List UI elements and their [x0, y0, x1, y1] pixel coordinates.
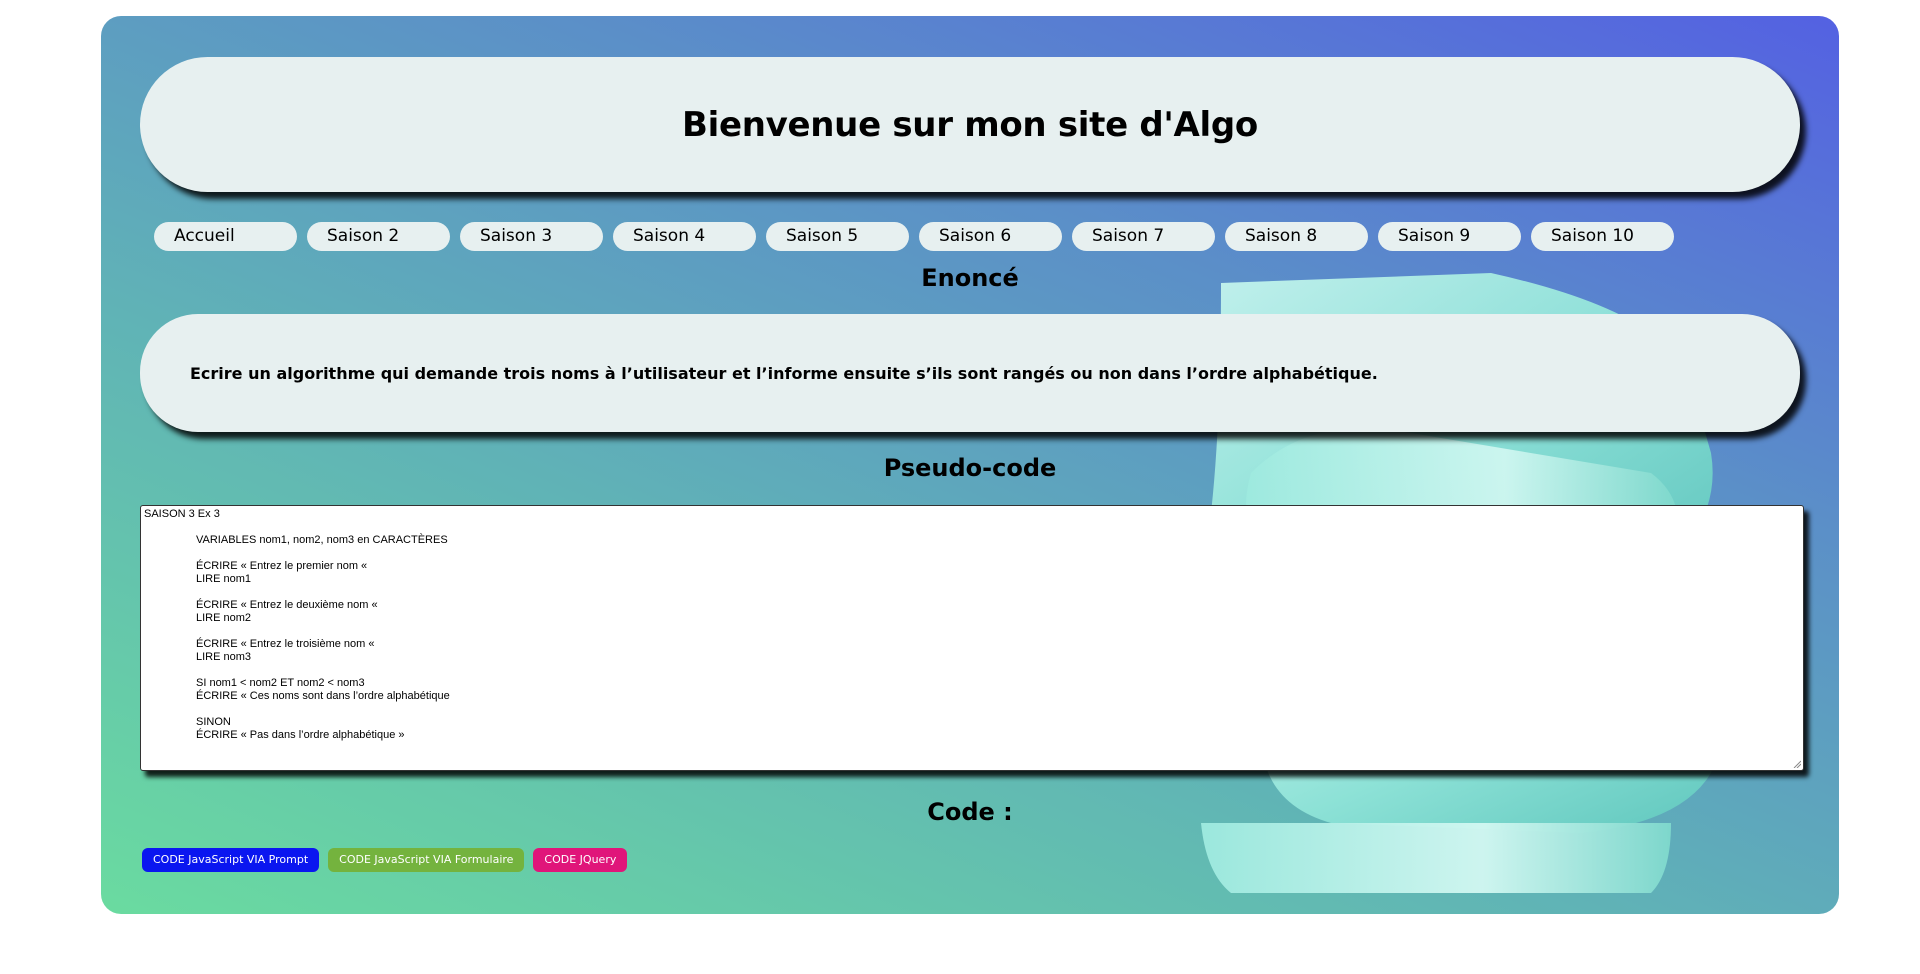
pseudocode-line — [144, 664, 1800, 677]
pseudocode-line: LIRE nom2 — [196, 612, 252, 624]
pseudocode-textarea[interactable]: SAISON 3 Ex 3 VARIABLES nom1, nom2, nom3… — [140, 505, 1804, 771]
pseudocode-line — [144, 586, 1800, 599]
nav-item-saison-6[interactable]: Saison 6 — [919, 222, 1062, 251]
pseudocode-line: LIRE nom1 — [196, 573, 252, 585]
enonce-panel: Ecrire un algorithme qui demande trois n… — [140, 314, 1800, 432]
pseudocode-line: ÉCRIRE « Entrez le troisième nom « — [196, 638, 375, 650]
nav-item-saison-10[interactable]: Saison 10 — [1531, 222, 1674, 251]
enonce-text: Ecrire un algorithme qui demande trois n… — [190, 363, 1378, 383]
pseudocode-line — [144, 703, 1800, 716]
nav-item-saison-5[interactable]: Saison 5 — [766, 222, 909, 251]
enonce-heading: Enoncé — [921, 264, 1019, 292]
pseudocode-line: SINON — [196, 716, 231, 728]
code-buttons-group: CODE JavaScript VIA Prompt CODE JavaScri… — [142, 848, 628, 872]
nav-item-saison-2[interactable]: Saison 2 — [307, 222, 450, 251]
pseudocode-line: ÉCRIRE « Ces noms sont dans l’ordre alph… — [196, 690, 450, 702]
pseudocode-line: ÉCRIRE « Pas dans l’ordre alphabétique » — [196, 729, 405, 741]
pseudocode-line: VARIABLES nom1, nom2, nom3 en CARACTÈRES — [196, 534, 448, 546]
pseudocode-line: ÉCRIRE « Entrez le deuxième nom « — [196, 599, 378, 611]
nav-item-saison-4[interactable]: Saison 4 — [613, 222, 756, 251]
page-container: Bienvenue sur mon site d'Algo Accueil Sa… — [101, 16, 1839, 914]
code-javascript-prompt-button[interactable]: CODE JavaScript VIA Prompt — [142, 848, 320, 872]
pseudocode-line: LIRE nom3 — [196, 651, 252, 663]
nav-item-saison-8[interactable]: Saison 8 — [1225, 222, 1368, 251]
nav-item-saison-3[interactable]: Saison 3 — [460, 222, 603, 251]
nav-item-saison-9[interactable]: Saison 9 — [1378, 222, 1521, 251]
resize-handle-icon[interactable] — [1793, 760, 1801, 768]
pseudocode-line: SI nom1 < nom2 ET nom2 < nom3 — [196, 677, 365, 689]
pseudocode-line — [144, 625, 1800, 638]
nav-item-accueil[interactable]: Accueil — [154, 222, 297, 251]
code-javascript-formulaire-button[interactable]: CODE JavaScript VIA Formulaire — [328, 848, 525, 872]
pseudocode-blank-line — [144, 521, 1800, 534]
code-jquery-button[interactable]: CODE JQuery — [533, 848, 628, 872]
main-nav: Accueil Saison 2 Saison 3 Saison 4 Saiso… — [154, 222, 1674, 252]
pseudocode-line: ÉCRIRE « Entrez le premier nom « — [196, 560, 368, 572]
pseudocode-title-line: SAISON 3 Ex 3 — [144, 508, 220, 520]
pseudocode-line — [144, 547, 1800, 560]
nav-item-saison-7[interactable]: Saison 7 — [1072, 222, 1215, 251]
site-title: Bienvenue sur mon site d'Algo — [682, 104, 1258, 145]
pseudocode-heading: Pseudo-code — [883, 454, 1057, 482]
code-heading: Code : — [927, 798, 1013, 826]
site-header: Bienvenue sur mon site d'Algo — [140, 57, 1800, 192]
